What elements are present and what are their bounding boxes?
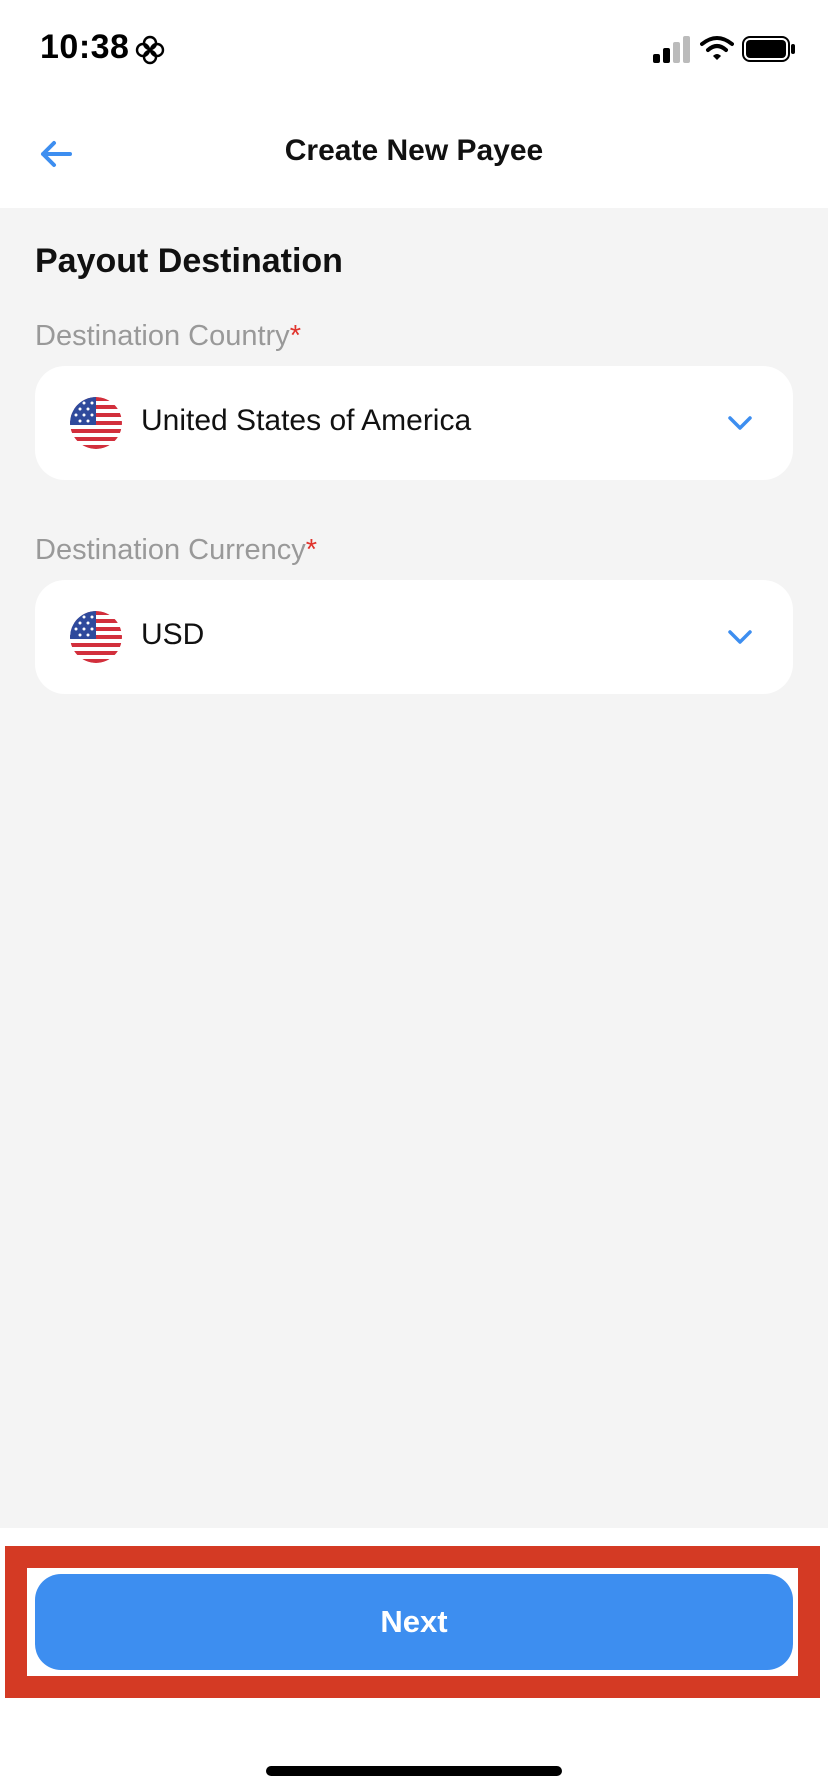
chevron-down-icon [728,630,752,644]
form-content: Payout Destination Destination Country* … [0,208,828,1528]
destination-currency-select[interactable]: USD [35,580,793,694]
section-title: Payout Destination [35,242,343,280]
chevron-down-icon [728,416,752,430]
destination-country-label: Destination Country* [35,320,301,352]
status-time: 10:38 [40,28,130,66]
nav-header: Create New Payee [0,100,828,208]
destination-currency-value: USD [141,618,205,651]
battery-icon [742,36,795,62]
us-flag-icon [70,611,122,663]
status-bar: 10:38 [0,0,828,100]
required-mark: * [305,534,318,566]
page-title: Create New Payee [284,134,544,167]
destination-country-value: United States of America [141,404,472,437]
us-flag-icon [70,397,122,449]
next-button[interactable]: Next [35,1574,793,1670]
destination-currency-label: Destination Currency* [35,534,318,566]
wifi-icon [700,36,734,60]
bottom-bar: Next [0,1528,828,1792]
required-mark: * [289,320,301,352]
signal-icon [653,36,690,63]
flower-icon [135,35,165,65]
home-indicator[interactable] [266,1766,562,1776]
destination-country-select[interactable]: United States of America [35,366,793,480]
